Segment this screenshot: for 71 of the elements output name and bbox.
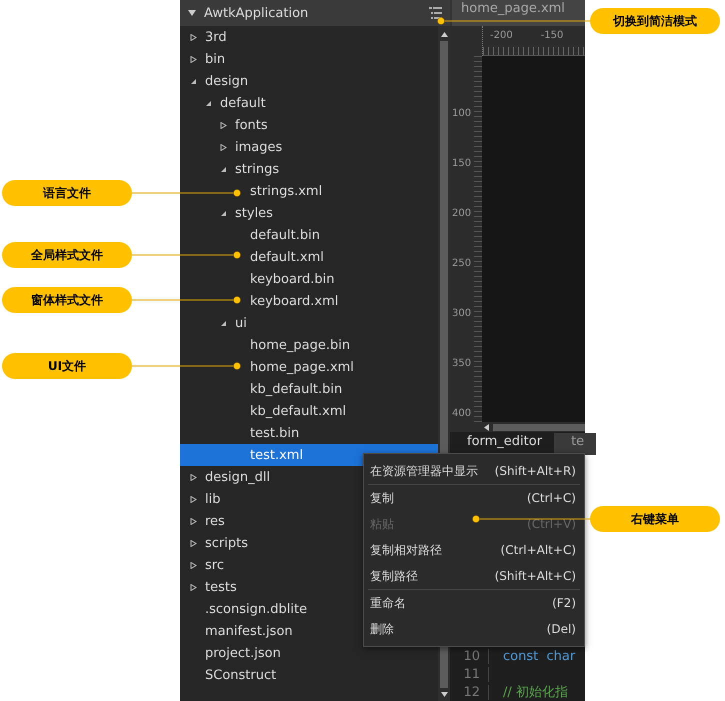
tree-item[interactable]: styles: [180, 202, 438, 224]
ruler-label: 100: [451, 108, 472, 121]
line-number: 10: [450, 648, 489, 664]
tree-item[interactable]: home_page.xml: [180, 356, 438, 378]
callout-label: 全局样式文件: [2, 242, 132, 268]
ruler-label: -150: [540, 29, 564, 43]
tree-item[interactable]: bin: [180, 48, 438, 70]
scrollbar[interactable]: [450, 422, 585, 432]
caret-icon[interactable]: [188, 9, 196, 17]
caret-icon[interactable]: [205, 100, 212, 106]
menu-item[interactable]: 复制路径 (Shift+Alt+C): [364, 563, 584, 589]
ruler-label: 200: [451, 208, 472, 221]
caret-icon[interactable]: [220, 122, 227, 128]
ruler-label: 350: [451, 358, 472, 371]
tree-item[interactable]: default: [180, 92, 438, 114]
tree-item[interactable]: fonts: [180, 114, 438, 136]
ruler-label: 250: [451, 258, 472, 271]
tree-item[interactable]: SConstruct: [180, 664, 438, 686]
caret-icon[interactable]: [190, 78, 197, 84]
menu-item[interactable]: 重命名 (F2): [364, 590, 584, 616]
tree-item[interactable]: design: [180, 70, 438, 92]
tree-item[interactable]: kb_default.bin: [180, 378, 438, 400]
ruler-label: 400: [451, 408, 472, 421]
tree-item[interactable]: default.xml: [180, 246, 438, 268]
caret-icon[interactable]: [220, 320, 227, 326]
caret-icon[interactable]: [190, 562, 197, 568]
ruler-label: -200: [490, 29, 513, 43]
caret-icon[interactable]: [190, 518, 197, 524]
caret-icon[interactable]: [220, 144, 227, 150]
tree-item[interactable]: images: [180, 136, 438, 158]
menu-item[interactable]: 复制相对路径 (Ctrl+Alt+C): [364, 537, 584, 563]
caret-icon[interactable]: [190, 540, 197, 546]
tree-item[interactable]: project.json: [180, 642, 438, 664]
editor-tab[interactable]: form_editor: [450, 433, 554, 455]
caret-icon[interactable]: [220, 210, 227, 216]
editor-tab[interactable]: te: [554, 433, 596, 455]
ruler-label: 150: [451, 158, 472, 171]
callout-label: 右键菜单: [590, 506, 720, 532]
caret-icon[interactable]: [190, 34, 197, 40]
tree-item[interactable]: strings.xml: [180, 180, 438, 202]
tree-item[interactable]: keyboard.bin: [180, 268, 438, 290]
up-arrow-icon[interactable]: [440, 32, 448, 37]
project-title: AwtkApplication: [204, 6, 308, 20]
tree-item[interactable]: default.bin: [180, 224, 438, 246]
callout-label: UI文件: [2, 353, 132, 379]
line-number: 12: [450, 684, 489, 700]
left-arrow-icon[interactable]: [484, 424, 489, 430]
tree-item[interactable]: strings: [180, 158, 438, 180]
code-line: const char: [503, 648, 576, 664]
caret-icon[interactable]: [190, 474, 197, 480]
tree-item[interactable]: ui: [180, 312, 438, 334]
tree-item[interactable]: test.bin: [180, 422, 438, 444]
tree-item[interactable]: keyboard.xml: [180, 290, 438, 312]
code-comment: // 初始化指: [503, 684, 568, 701]
callout-label: 切换到简洁模式: [590, 8, 720, 34]
down-arrow-icon[interactable]: [440, 692, 448, 697]
ruler-label: 300: [451, 308, 472, 321]
tree-item[interactable]: 3rd: [180, 26, 438, 48]
menu-item[interactable]: 删除 (Del): [364, 616, 584, 642]
callout-label: 窗体样式文件: [2, 287, 132, 313]
line-number: 11: [450, 666, 489, 682]
tree-item[interactable]: home_page.bin: [180, 334, 438, 356]
caret-icon[interactable]: [190, 56, 197, 62]
callout-label: 语言文件: [2, 180, 132, 206]
caret-icon[interactable]: [220, 166, 227, 172]
list-icon[interactable]: [429, 7, 442, 19]
project-header[interactable]: AwtkApplication: [180, 0, 450, 26]
tree-item[interactable]: kb_default.xml: [180, 400, 438, 422]
caret-icon[interactable]: [190, 584, 197, 590]
menu-item[interactable]: 复制 (Ctrl+C): [364, 485, 584, 511]
caret-icon[interactable]: [190, 496, 197, 502]
